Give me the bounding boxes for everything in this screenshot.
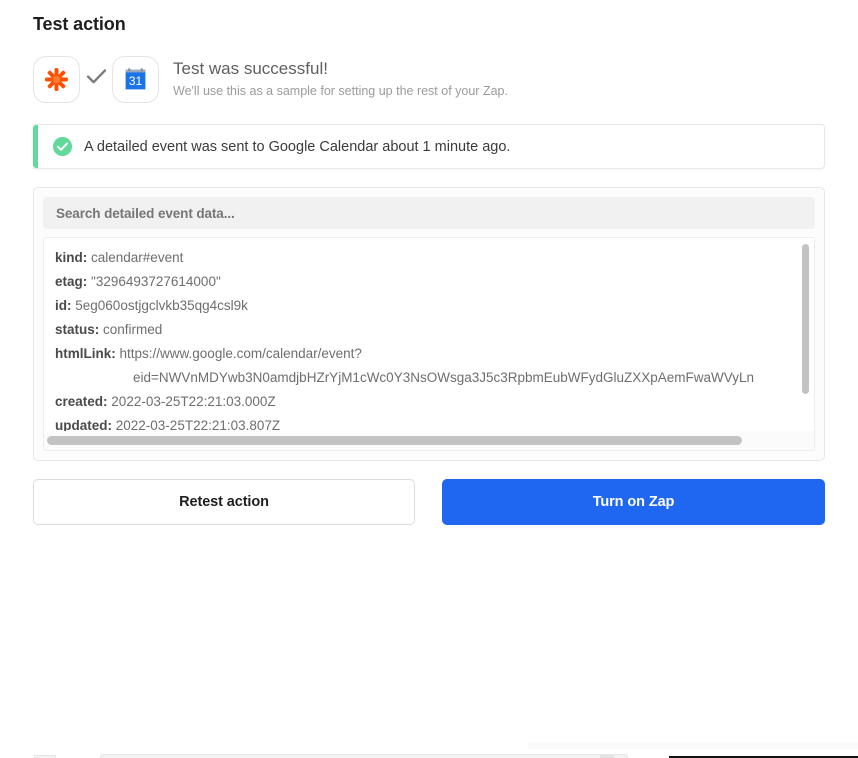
event-field-value: calendar#event <box>91 250 184 265</box>
success-banner: A detailed event was sent to Google Cale… <box>33 124 825 169</box>
event-data-scroll-area[interactable]: kind: calendar#event etag: "3296493727614… <box>43 237 815 443</box>
page-title: Test action <box>33 14 126 34</box>
event-field-row: id: 5eg060ostjgclvkb35qg4csl9k <box>55 294 814 318</box>
event-field-key: created: <box>55 394 108 409</box>
app-summary-row: 31 Test was successful! We'll use this a… <box>33 52 825 106</box>
vertical-scrollbar-thumb[interactable] <box>802 244 809 394</box>
event-field-key: etag: <box>55 274 88 289</box>
event-field-value: confirmed <box>103 322 163 337</box>
event-field-key: id: <box>55 298 72 313</box>
test-result-heading: Test was successful! <box>173 59 328 78</box>
zapier-logo-icon <box>44 67 69 92</box>
check-icon <box>86 68 107 90</box>
cutoff-bottom-chrome <box>0 742 858 758</box>
google-calendar-app-tile: 31 <box>112 55 159 103</box>
event-field-value: https://www.google.com/calendar/event? <box>119 346 362 361</box>
event-field-key: htmlLink: <box>55 346 116 361</box>
event-field-key: kind: <box>55 250 88 265</box>
cutoff-field-bar <box>100 754 628 758</box>
search-input-placeholder: Search detailed event data... <box>56 205 235 221</box>
google-calendar-icon: 31 <box>123 67 148 92</box>
event-field-row: htmlLink: https://www.google.com/calenda… <box>55 342 814 366</box>
vertical-scrollbar[interactable] <box>800 238 812 443</box>
detailed-event-data-card: Search detailed event data... kind: cale… <box>33 187 825 461</box>
event-field-row: eid=NWVnMDYwb3N0amdjbHZrYjM1cWc0Y3NsOWsg… <box>55 366 814 390</box>
banner-accent-bar <box>33 125 38 168</box>
app-summary-text: Test was successful! We'll use this as a… <box>173 58 508 100</box>
event-field-value: 5eg060ostjgclvkb35qg4csl9k <box>75 298 248 313</box>
check-separator <box>80 68 112 90</box>
zapier-app-tile <box>33 55 80 103</box>
event-field-key: status: <box>55 322 100 337</box>
event-field-row: etag: "3296493727614000" <box>55 270 814 294</box>
horizontal-scrollbar-thumb[interactable] <box>47 436 743 445</box>
event-field-list: kind: calendar#event etag: "3296493727614… <box>55 246 814 443</box>
cutoff-shade <box>528 742 858 749</box>
event-field-row: created: 2022-03-25T22:21:03.000Z <box>55 390 814 414</box>
event-field-value-continuation: eid=NWVnMDYwb3N0amdjbHZrYjM1cWc0Y3NsOWsg… <box>133 370 755 385</box>
test-result-subheading: We'll use this as a sample for setting u… <box>173 84 508 98</box>
event-field-row: status: confirmed <box>55 318 814 342</box>
event-field-row: kind: calendar#event <box>55 246 814 270</box>
retest-action-button[interactable]: Retest action <box>33 479 415 525</box>
event-field-value: 2022-03-25T22:21:03.000Z <box>111 394 276 409</box>
test-action-page: Test action 31 Test was successful! We'l… <box>0 0 858 758</box>
check-circle-icon <box>52 136 73 157</box>
footer-actions: Retest action Turn on Zap <box>33 479 825 525</box>
turn-on-zap-button[interactable]: Turn on Zap <box>442 479 825 525</box>
banner-message: A detailed event was sent to Google Cale… <box>84 138 511 155</box>
horizontal-scrollbar[interactable] <box>43 431 815 451</box>
search-input[interactable]: Search detailed event data... <box>43 197 815 229</box>
svg-text:31: 31 <box>129 74 143 88</box>
event-field-value: "3296493727614000" <box>91 274 221 289</box>
